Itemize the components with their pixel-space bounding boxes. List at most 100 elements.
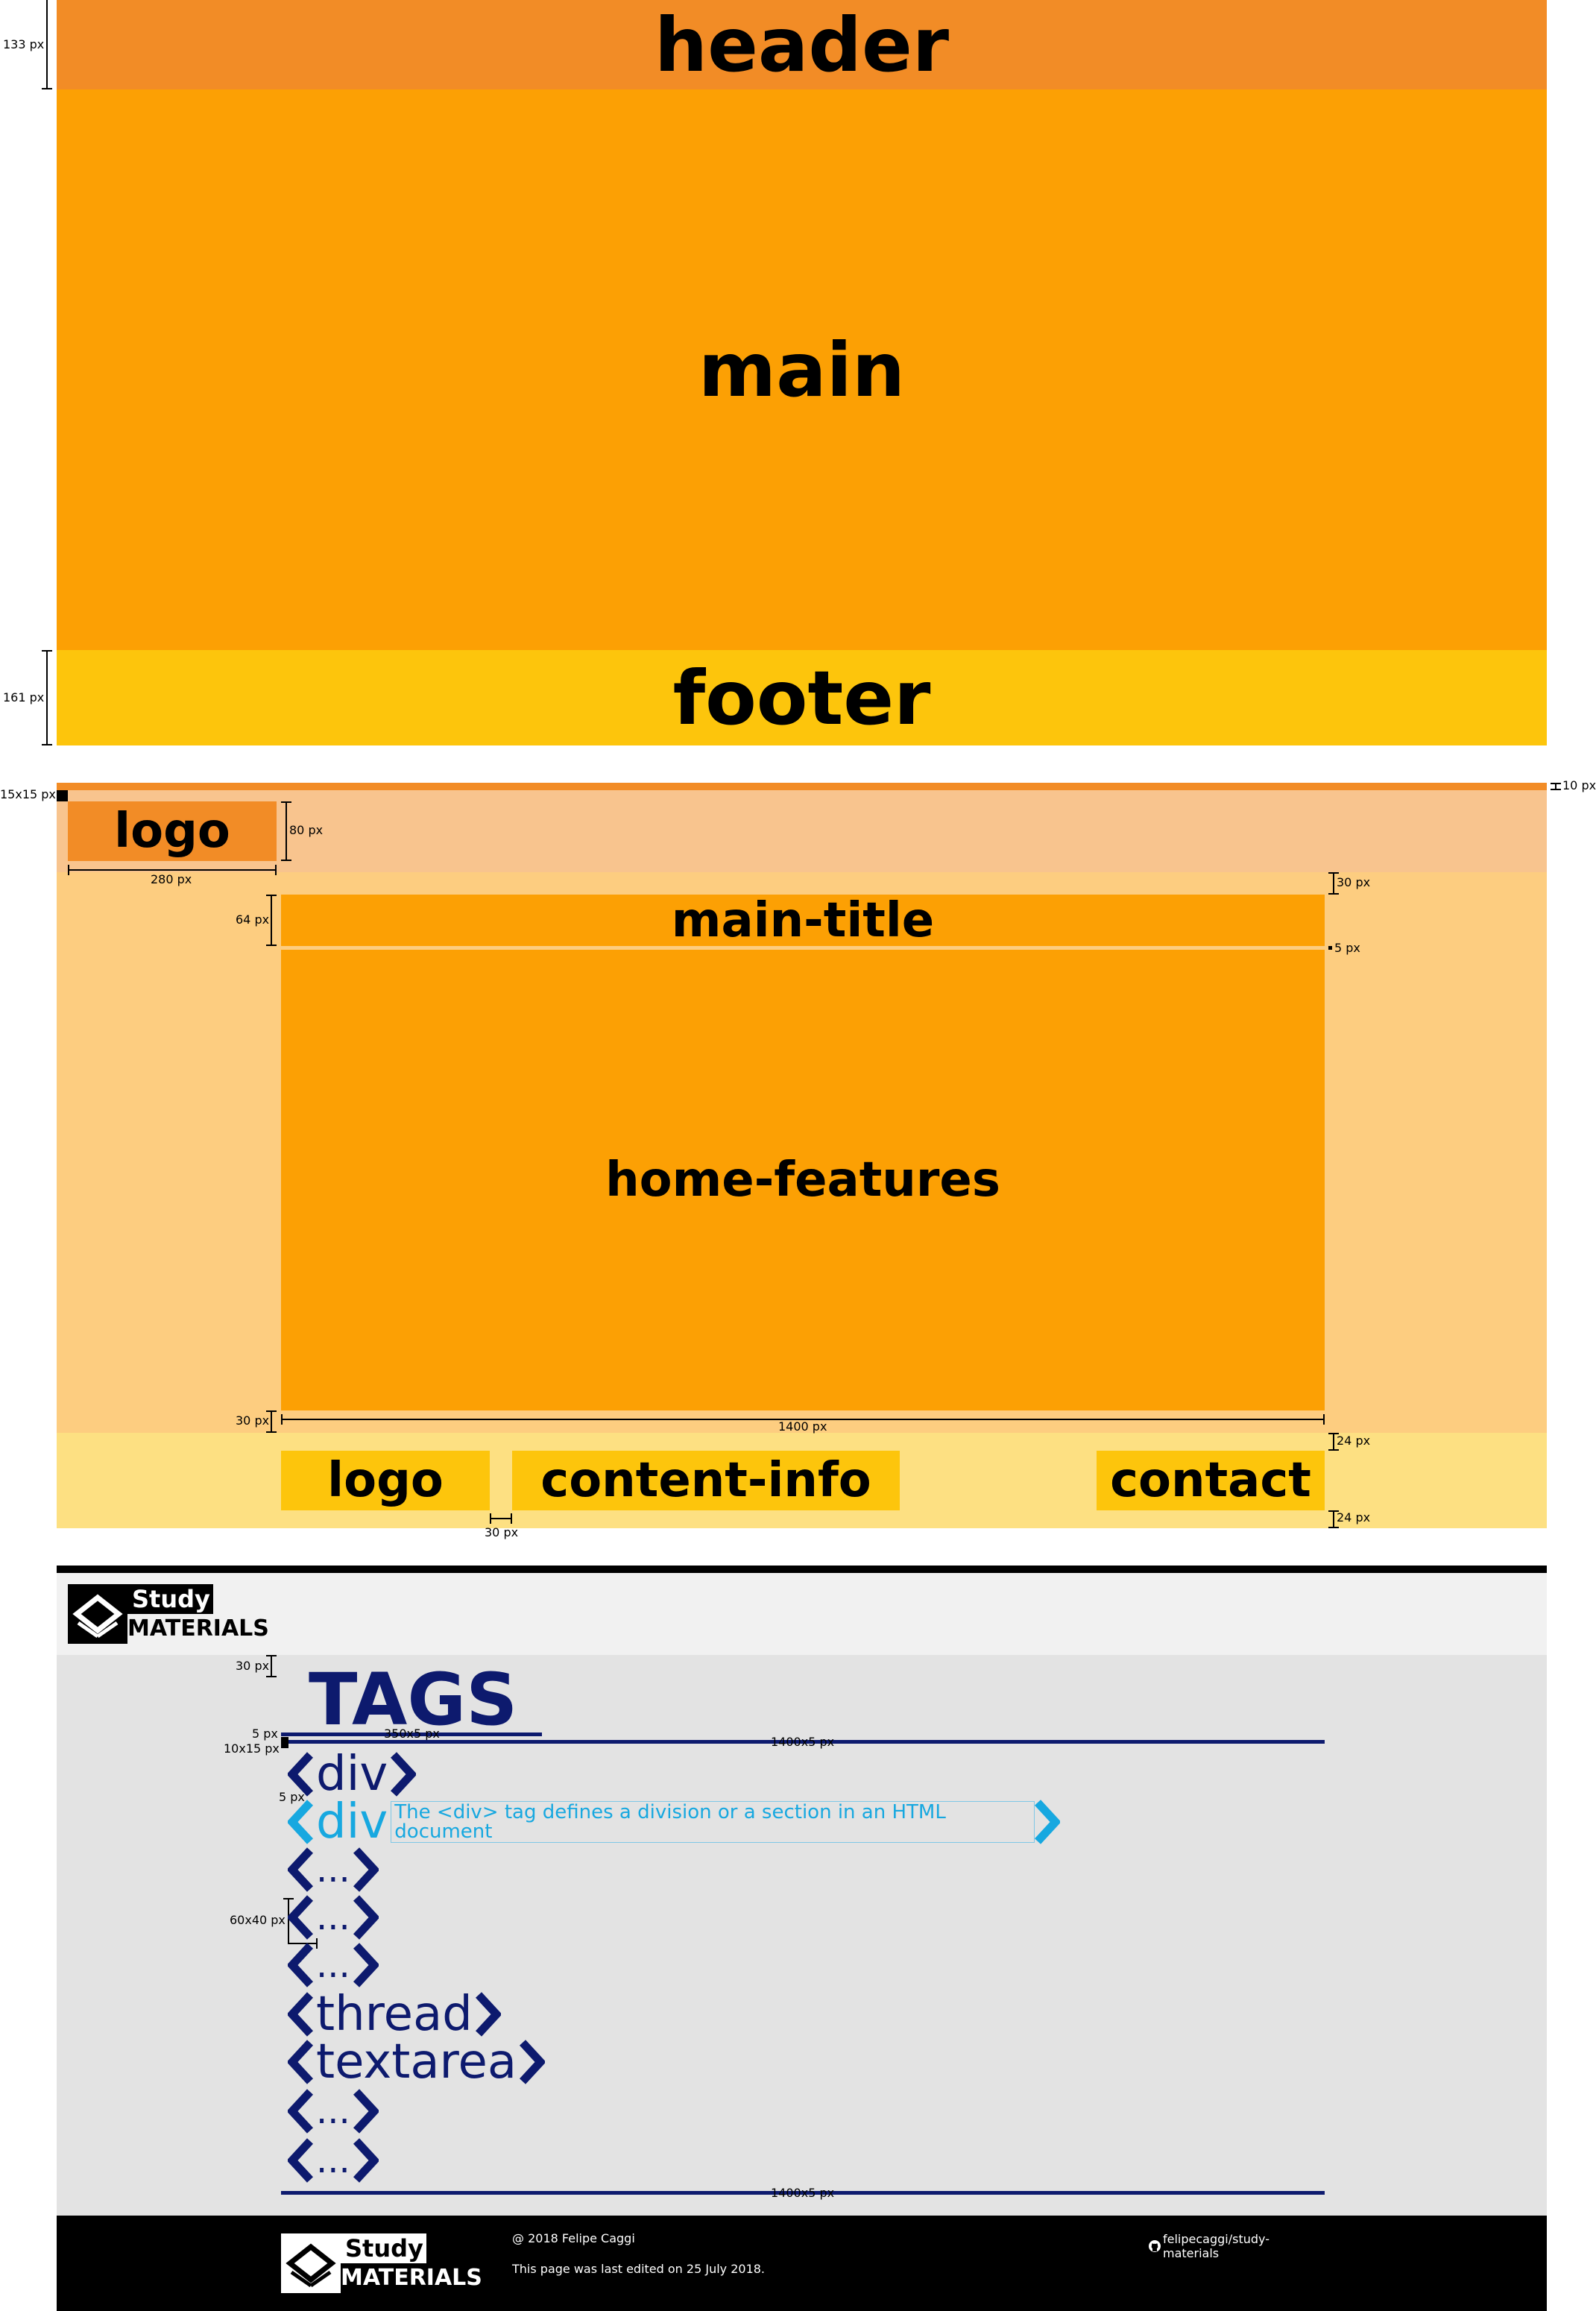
top-bar-cap-bottom	[1551, 789, 1561, 790]
title-underline-label: 350x5 px	[384, 1727, 440, 1741]
brand-line2-box: MATERIALS	[127, 1614, 277, 1644]
tag-name: textarea	[316, 2034, 517, 2090]
logo-height-line	[286, 801, 287, 861]
tag-name: ...	[316, 2090, 350, 2132]
home-features-label: home-features	[605, 1153, 1000, 1208]
divider-marker	[281, 1737, 288, 1748]
title-gap-label: 5 px	[1334, 941, 1360, 955]
footer-bottom-pad-line	[1333, 1510, 1334, 1528]
footer-gap-label: 30 px	[485, 1525, 519, 1539]
bottom-gap-cap-bottom	[266, 1431, 277, 1433]
footer-logo-block: logo	[281, 1451, 490, 1510]
title-gap-marker	[1328, 946, 1332, 950]
main-title-height-line	[271, 895, 272, 946]
logo-block: logo	[68, 801, 277, 861]
tag-item-thread[interactable]: thread	[288, 1990, 501, 2038]
chevron-right-icon	[475, 1992, 501, 2037]
footer-brand-logo[interactable]: Study MATERIALS	[281, 2233, 490, 2293]
chevron-left-icon	[288, 1943, 313, 1987]
footer-copyright: @ 2018 Felipe Caggi	[512, 2231, 635, 2245]
tag-name: ...	[316, 1944, 350, 1986]
main-block: main	[57, 89, 1547, 650]
tag-name: div	[316, 1747, 388, 1802]
bottom-gap-label: 30 px	[236, 1413, 270, 1428]
tag-item-div-expanded[interactable]: div The <div> tag defines a division or …	[288, 1798, 1061, 1846]
footer-top-pad-line	[1333, 1433, 1334, 1451]
footer-logo-label: logo	[327, 1453, 444, 1508]
tag-name: ...	[316, 1897, 350, 1938]
mockup-top-border	[57, 1566, 1547, 1573]
tag-name: ...	[316, 1849, 350, 1891]
tag-item-placeholder[interactable]: ...	[288, 1846, 379, 1894]
tag-item-textarea[interactable]: textarea	[288, 2034, 546, 2090]
content-width-cap-left	[281, 1414, 283, 1425]
brand-mark-icon	[68, 1584, 127, 1644]
content-width-cap-right	[1323, 1414, 1325, 1425]
header-block: header	[57, 0, 1547, 89]
divider-top-label: 1400x5 px	[771, 1735, 835, 1749]
brand-line1-box: Study	[127, 1584, 213, 1614]
top-bar-cap-top	[1551, 783, 1561, 784]
header-height-label: 133 px	[3, 37, 45, 51]
bottom-gap-cap-top	[266, 1410, 277, 1412]
footer-bottom-pad-label: 24 px	[1337, 1510, 1371, 1525]
tag-item-placeholder[interactable]: ...	[288, 1894, 379, 1941]
tags-top-gap-line	[271, 1655, 272, 1677]
tag-item-placeholder[interactable]: ...	[288, 1941, 379, 1989]
tag-description-text: The <div> tag defines a division or a se…	[394, 1801, 946, 1843]
chevron-left-icon	[288, 1800, 313, 1844]
chevron-right-icon	[353, 1943, 379, 1987]
tag-description: The <div> tag defines a division or a se…	[391, 1801, 1035, 1843]
footer-bottom-pad-cap-bottom	[1328, 1527, 1339, 1528]
header-label: header	[654, 1, 950, 89]
footer-brand-line2: MATERIALS	[341, 2265, 482, 2291]
brand-line1: Study	[132, 1585, 210, 1613]
footer-edited-note: This page was last edited on 25 July 201…	[512, 2262, 766, 2276]
footer-top-pad-cap-bottom	[1328, 1449, 1339, 1451]
content-width-label: 1400 px	[778, 1419, 827, 1434]
footer-github-link[interactable]: felipecaggi/study-materials	[1148, 2232, 1325, 2260]
github-icon	[1148, 2239, 1161, 2253]
tag-item-div[interactable]: div	[288, 1747, 417, 1802]
header-height-line	[46, 0, 48, 89]
content-info-block: content-info	[512, 1451, 900, 1510]
footer-label: footer	[672, 654, 931, 742]
bottom-gap-line	[271, 1410, 272, 1433]
main-title-label: main-title	[671, 892, 935, 948]
corner-square-marker	[57, 790, 68, 801]
chevron-right-icon	[353, 2089, 379, 2134]
footer-gap-cap-right	[511, 1513, 512, 1524]
mockup-header	[57, 1573, 1547, 1655]
row-size-label: 60x40 px	[230, 1913, 286, 1927]
main-title-height-label: 64 px	[236, 912, 270, 927]
footer-gap-cap-left	[490, 1513, 491, 1524]
chevron-right-icon	[353, 2138, 379, 2183]
logo-width-cap-right	[275, 865, 277, 875]
footer-gap-line	[490, 1518, 512, 1519]
header-area	[57, 790, 1547, 872]
chevron-left-icon	[288, 2040, 313, 2084]
tag-name: ...	[316, 2140, 350, 2181]
chevron-right-icon	[1035, 1800, 1061, 1844]
top-gap-label: 30 px	[1337, 875, 1371, 889]
home-features-block: home-features	[281, 950, 1325, 1410]
logo-width-label: 280 px	[151, 872, 192, 886]
header-brand-logo[interactable]: Study MATERIALS	[68, 1584, 277, 1644]
tag-item-placeholder[interactable]: ...	[288, 2087, 379, 2135]
tags-top-gap-cap-bottom	[266, 1676, 277, 1677]
divider-bottom-label: 1400x5 px	[771, 2186, 835, 2200]
footer-block: footer	[57, 650, 1547, 745]
logo-width-cap-left	[68, 865, 69, 875]
mockup-footer	[57, 2216, 1547, 2311]
tag-item-placeholder[interactable]: ...	[288, 2137, 379, 2184]
footer-height-line	[46, 650, 48, 745]
chevron-left-icon	[288, 1992, 313, 2037]
chevron-left-icon	[288, 1847, 313, 1892]
chevron-left-icon	[288, 2138, 313, 2183]
chevron-left-icon	[288, 1895, 313, 1940]
corner-square-label: 15x15 px	[0, 787, 56, 801]
footer-height-cap-bottom	[42, 744, 52, 745]
chevron-right-icon	[353, 1895, 379, 1940]
main-title-height-cap-bottom	[266, 945, 277, 946]
divider-marker-label: 10x15 px	[224, 1741, 280, 1756]
